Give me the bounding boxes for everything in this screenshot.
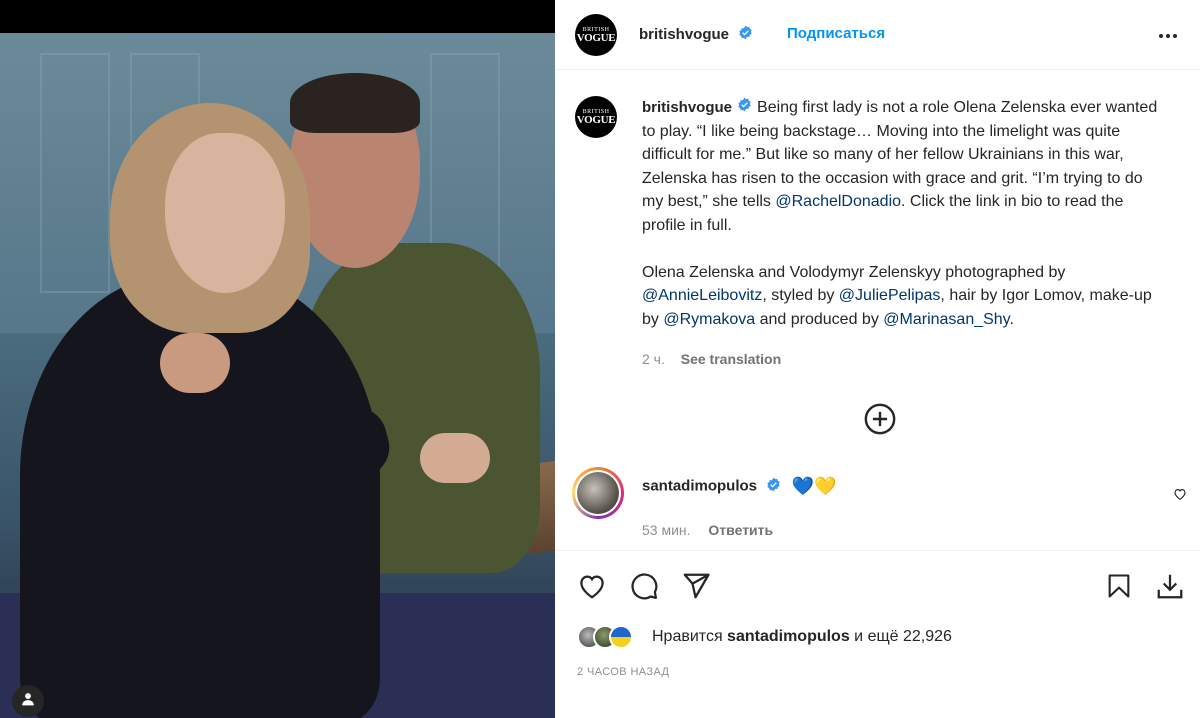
mention-link[interactable]: @Marinasan_Shy	[883, 311, 1009, 328]
post-actions	[555, 550, 1200, 620]
reply-button[interactable]: Ответить	[708, 522, 773, 538]
heart-icon[interactable]	[1173, 487, 1187, 506]
profile-icon	[21, 692, 35, 711]
photo-hand	[160, 333, 230, 393]
download-icon[interactable]	[1154, 570, 1186, 602]
caption-author-avatar[interactable]: BRITISH VOGUE	[575, 96, 617, 138]
wall-panel	[40, 53, 110, 293]
heart-icon[interactable]	[576, 570, 608, 602]
mention-link[interactable]: @JuliePelipas	[839, 287, 941, 304]
verified-icon	[766, 477, 781, 497]
caption-text-fragment: and produced by	[755, 310, 884, 328]
photo-pane	[0, 0, 555, 718]
caption-age: 2 ч.	[642, 351, 665, 367]
commenter-username[interactable]: santadimopulos	[642, 478, 757, 495]
avatar-logo-line2: VOGUE	[576, 113, 616, 126]
caption-text-fragment: , styled by	[762, 287, 839, 305]
more-icon[interactable]	[1156, 24, 1180, 53]
photo-hand	[420, 433, 490, 483]
comment-meta: 53 мин. Ответить	[642, 522, 773, 538]
author-username[interactable]: britishvogue	[639, 26, 729, 43]
see-translation-button[interactable]: See translation	[681, 351, 781, 367]
author-name-row: britishvogue	[639, 25, 753, 45]
caption-text-fragment: .	[1009, 310, 1014, 328]
verified-icon	[737, 96, 752, 120]
photo-woman-face	[165, 133, 285, 293]
post-timestamp: 2 ЧАСОВ НАЗАД	[577, 666, 670, 678]
avatar-logo-line2: VOGUE	[576, 31, 616, 44]
likes-user[interactable]: santadimopulos	[727, 628, 850, 645]
caption-meta: 2 ч. See translation	[642, 351, 781, 367]
post-sidebar: BRITISH VOGUE britishvogue Подписаться B…	[555, 0, 1200, 718]
likes-count[interactable]: и ещё 22,926	[850, 628, 952, 645]
liker-avatar[interactable]	[609, 625, 633, 649]
post-header: BRITISH VOGUE britishvogue Подписаться	[555, 0, 1200, 70]
mention-link[interactable]: @AnnieLeibovitz	[642, 287, 762, 304]
avatar-ring-inner	[575, 470, 621, 516]
caption-username[interactable]: britishvogue	[642, 99, 732, 116]
mention-link[interactable]: @RachelDonadio	[775, 193, 901, 210]
instagram-post-view: BRITISH VOGUE britishvogue Подписаться B…	[0, 0, 1200, 718]
author-avatar[interactable]: BRITISH VOGUE	[575, 14, 617, 56]
comment-text: 💙💛	[791, 476, 837, 496]
commenter-avatar[interactable]	[572, 467, 624, 519]
photo-man-hair	[290, 73, 420, 133]
mention-link[interactable]: @Rymakova	[663, 311, 755, 328]
caption-paragraph-2: Olena Zelenska and Volodymyr Zelenskyy p…	[642, 263, 1066, 281]
save-icon[interactable]	[1103, 570, 1135, 602]
likes-prefix: Нравится	[652, 628, 728, 645]
post-photo[interactable]	[0, 33, 555, 718]
likes-text[interactable]: Нравится santadimopulos и ещё 22,926	[652, 628, 952, 646]
tagged-users-button[interactable]	[12, 685, 44, 717]
share-icon[interactable]	[680, 570, 712, 602]
verified-icon	[738, 25, 753, 45]
comment-body: santadimopulos 💙💛	[642, 476, 837, 497]
add-comment-icon[interactable]	[863, 402, 897, 441]
avatar-image	[577, 472, 619, 514]
likes-row: Нравится santadimopulos и ещё 22,926	[577, 623, 1177, 653]
comment-age: 53 мин.	[642, 522, 691, 538]
caption-text: britishvogue Being first lady is not a ro…	[642, 96, 1162, 331]
follow-button[interactable]: Подписаться	[787, 25, 885, 42]
comment-icon[interactable]	[628, 570, 660, 602]
